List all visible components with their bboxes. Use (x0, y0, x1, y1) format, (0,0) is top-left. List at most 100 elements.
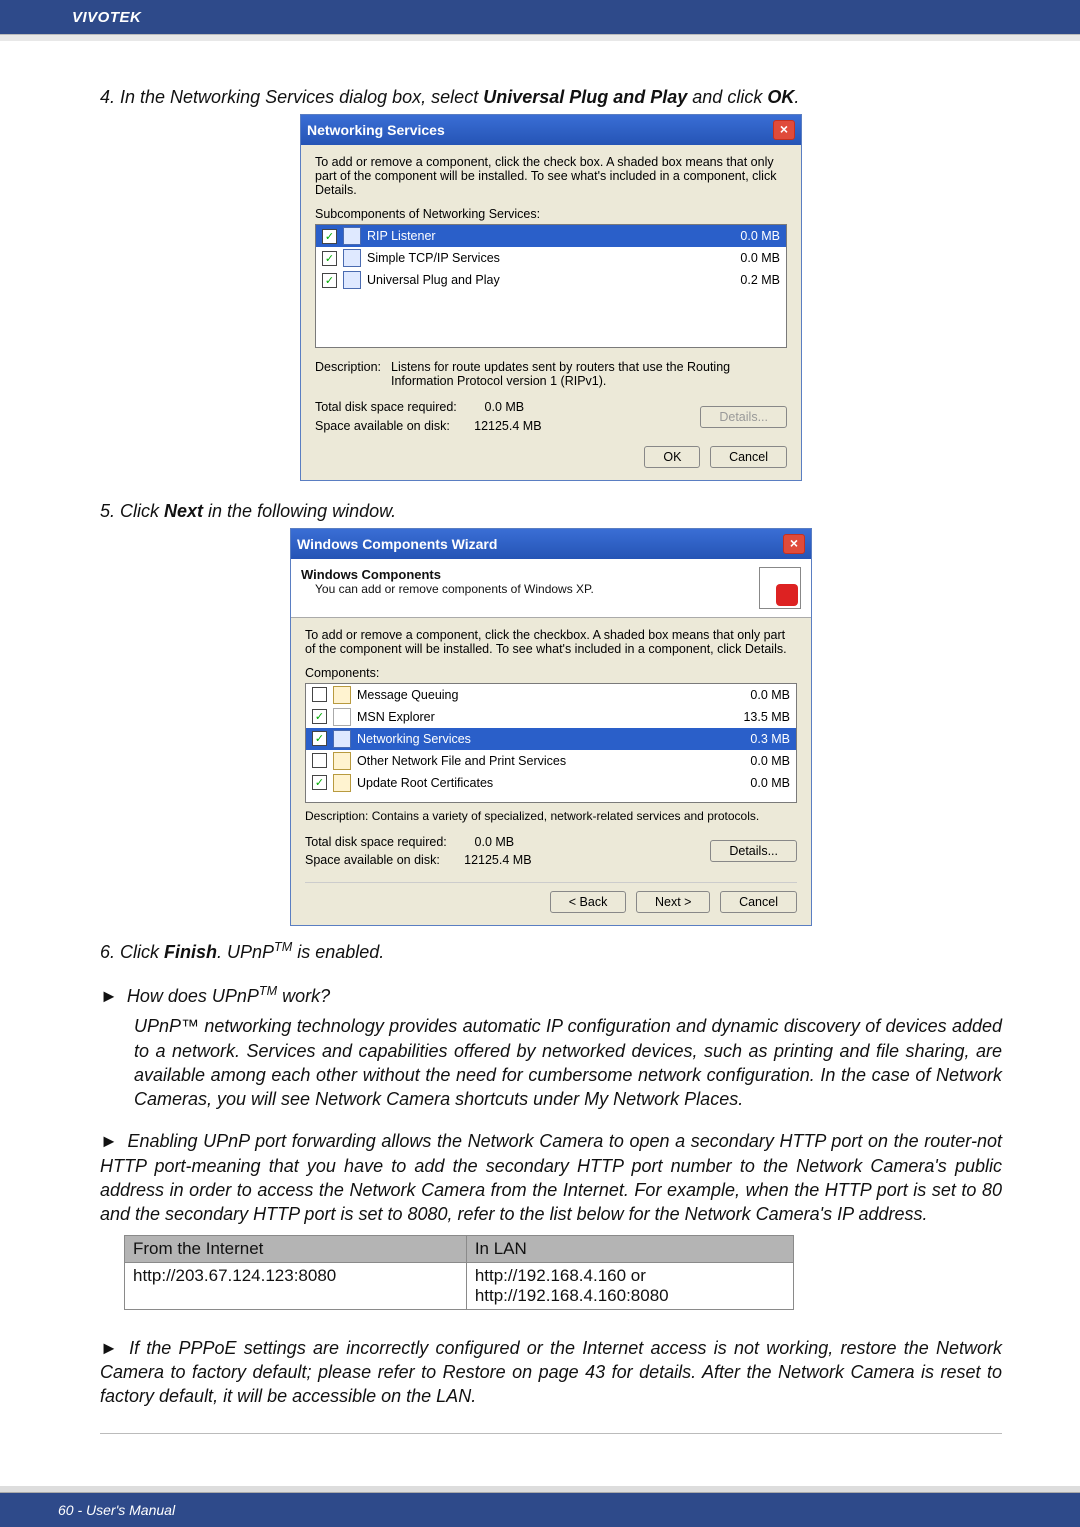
arrow-icon: ► (100, 986, 118, 1006)
dlg1-title: Networking Services (307, 122, 445, 138)
avail-disk-value: 12125.4 MB (464, 853, 531, 867)
checkbox-icon[interactable]: ✓ (322, 229, 337, 244)
list-item-rip[interactable]: ✓ RIP Listener 0.0 MB (316, 225, 786, 247)
dlg1-titlebar: Networking Services × (301, 115, 801, 145)
table-header-lan: In LAN (466, 1235, 793, 1262)
ok-button[interactable]: OK (644, 446, 700, 468)
step5-post: in the following window. (203, 501, 396, 521)
table-cell-lan: http://192.168.4.160 or http://192.168.4… (466, 1262, 793, 1309)
wizard-icon (759, 567, 801, 609)
list-item[interactable]: Other Network File and Print Services 0.… (306, 750, 796, 772)
checkbox-icon[interactable] (312, 687, 327, 702)
list-item-size: 0.2 MB (720, 273, 780, 287)
dlg2-listbox: Message Queuing 0.0 MB ✓MSN Explorer 13.… (305, 683, 797, 803)
windows-components-wizard-dialog: Windows Components Wizard × Windows Comp… (290, 528, 812, 927)
list-item-label: RIP Listener (367, 229, 436, 243)
networking-services-dialog: Networking Services × To add or remove a… (300, 114, 802, 481)
list-item[interactable]: ✓MSN Explorer 13.5 MB (306, 706, 796, 728)
list-item-size: 0.3 MB (730, 732, 790, 746)
close-icon[interactable]: × (783, 534, 805, 554)
list-item-networking-services[interactable]: ✓ Networking Services 0.3 MB (306, 728, 796, 750)
step4-ok: OK (767, 87, 794, 107)
forwarding-text: Enabling UPnP port forwarding allows the… (100, 1131, 1002, 1224)
component-icon (333, 774, 351, 792)
cancel-button[interactable]: Cancel (710, 446, 787, 468)
list-item[interactable]: Message Queuing 0.0 MB (306, 684, 796, 706)
dlg2-titlebar: Windows Components Wizard × (291, 529, 811, 559)
checkbox-icon[interactable] (312, 753, 327, 768)
avail-disk-value: 12125.4 MB (474, 419, 541, 433)
details-button[interactable]: Details... (700, 406, 787, 428)
footer-strip: 60 - User's Manual (0, 1493, 1080, 1527)
content-divider (100, 1433, 1002, 1434)
list-item-label: Simple TCP/IP Services (367, 251, 500, 265)
component-icon (343, 271, 361, 289)
avail-disk-label: Space available on disk: (315, 419, 450, 433)
wizard-header-subtitle: You can add or remove components of Wind… (315, 582, 594, 596)
how-upnp-heading: ► How does UPnPTM work? (100, 983, 1002, 1008)
dlg2-instruction: To add or remove a component, click the … (305, 628, 797, 656)
cancel-button[interactable]: Cancel (720, 891, 797, 913)
disk-space-col: Total disk space required: 0.0 MB Space … (305, 833, 532, 871)
pppoe-text: If the PPPoE settings are incorrectly co… (100, 1338, 1002, 1407)
total-disk-value: 0.0 MB (475, 835, 515, 849)
list-item[interactable]: ✓Update Root Certificates 0.0 MB (306, 772, 796, 794)
total-disk-label: Total disk space required: (315, 400, 457, 414)
description-label: Description: (315, 360, 381, 388)
list-item-label: Universal Plug and Play (367, 273, 500, 287)
checkbox-icon[interactable]: ✓ (312, 709, 327, 724)
component-icon (333, 686, 351, 704)
dlg1-sublabel: Subcomponents of Networking Services: (315, 207, 787, 221)
checkbox-icon[interactable]: ✓ (322, 273, 337, 288)
address-table: From the Internet In LAN http://203.67.1… (124, 1235, 794, 1310)
list-item-label: Message Queuing (357, 688, 458, 702)
list-item-label: Other Network File and Print Services (357, 754, 566, 768)
list-item-size: 0.0 MB (720, 229, 780, 243)
avail-disk-label: Space available on disk: (305, 853, 440, 867)
checkbox-icon[interactable]: ✓ (322, 251, 337, 266)
list-item-label: MSN Explorer (357, 710, 435, 724)
list-item-size: 0.0 MB (730, 776, 790, 790)
step6-post: . UPnP (217, 942, 274, 962)
step-5-text: 5. Click Next in the following window. (100, 501, 1002, 522)
trademark-tm: TM (274, 940, 292, 954)
list-item-label: Networking Services (357, 732, 471, 746)
table-cell-internet: http://203.67.124.123:8080 (125, 1262, 467, 1309)
next-button[interactable]: Next > (636, 891, 710, 913)
step6-pre: 6. Click (100, 942, 164, 962)
component-icon (333, 752, 351, 770)
how-upnp-body: UPnP™ networking technology provides aut… (100, 1014, 1002, 1111)
dlg2-title: Windows Components Wizard (297, 536, 497, 552)
trademark-tm: TM (259, 984, 277, 998)
total-disk-value: 0.0 MB (485, 400, 525, 414)
back-button[interactable]: < Back (550, 891, 627, 913)
list-item-size: 0.0 MB (720, 251, 780, 265)
step4-post: . (794, 87, 799, 107)
wizard-header-title: Windows Components (301, 567, 594, 582)
arrow-icon: ► (100, 1338, 118, 1358)
checkbox-icon[interactable]: ✓ (312, 731, 327, 746)
list-item-tcpip[interactable]: ✓ Simple TCP/IP Services 0.0 MB (316, 247, 786, 269)
step6-tail: is enabled. (292, 942, 384, 962)
step5-bold: Next (164, 501, 203, 521)
footer-divider (0, 1486, 1080, 1493)
step6-bold: Finish (164, 942, 217, 962)
table-header-internet: From the Internet (125, 1235, 467, 1262)
howq-pre: How does UPnP (122, 986, 259, 1006)
component-icon (343, 227, 361, 245)
components-label: Components: (305, 666, 797, 680)
details-button[interactable]: Details... (710, 840, 797, 862)
howq-post: work? (277, 986, 330, 1006)
step4-bold: Universal Plug and Play (483, 87, 687, 107)
step-6-text: 6. Click Finish. UPnPTM is enabled. (100, 940, 1002, 963)
checkbox-icon[interactable]: ✓ (312, 775, 327, 790)
header-strip: VIVOTEK (0, 0, 1080, 34)
step-4-text: 4. In the Networking Services dialog box… (100, 87, 1002, 108)
total-disk-label: Total disk space required: (305, 835, 447, 849)
component-icon (343, 249, 361, 267)
description-text: Listens for route updates sent by router… (391, 360, 787, 388)
list-item-upnp[interactable]: ✓ Universal Plug and Play 0.2 MB (316, 269, 786, 291)
close-icon[interactable]: × (773, 120, 795, 140)
component-icon (333, 730, 351, 748)
pppoe-note: ► If the PPPoE settings are incorrectly … (100, 1336, 1002, 1409)
